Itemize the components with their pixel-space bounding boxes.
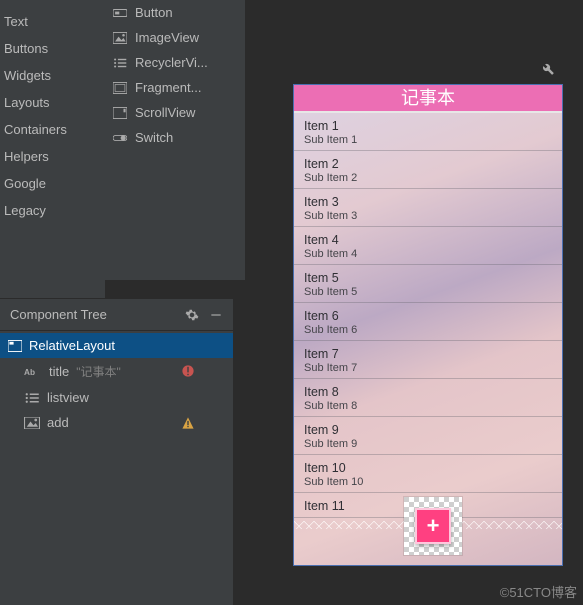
watermark: ©51CTO博客 [500, 582, 577, 601]
palette-category[interactable]: Helpers [0, 143, 105, 170]
list-item-subtitle: Sub Item 7 [304, 362, 552, 374]
palette-item[interactable]: Switch [105, 125, 245, 150]
list-item[interactable]: Item 1Sub Item 1 [294, 113, 562, 151]
list-item[interactable]: Item 4Sub Item 4 [294, 227, 562, 265]
palette-category[interactable]: Google [0, 170, 105, 197]
list-item[interactable]: Item 9Sub Item 9 [294, 417, 562, 455]
list-icon [24, 392, 40, 404]
tree-node[interactable]: listview [0, 385, 233, 410]
list-item-title: Item 9 [304, 423, 552, 437]
palette-item-label: Fragment... [135, 80, 201, 95]
scroll-icon [113, 107, 127, 119]
palette-category[interactable]: Text [0, 8, 105, 35]
list-item[interactable]: Item 2Sub Item 2 [294, 151, 562, 189]
palette-item-label: RecyclerVi... [135, 55, 208, 70]
plus-icon: + [415, 508, 451, 544]
list-item[interactable]: Item 5Sub Item 5 [294, 265, 562, 303]
palette-item-label: ScrollView [135, 105, 195, 120]
list-item-title: Item 2 [304, 157, 552, 171]
palette-category[interactable]: Widgets [0, 62, 105, 89]
component-tree-body: RelativeLayout Ab title "记事本" listview add [0, 331, 233, 435]
tree-node[interactable]: add [0, 410, 233, 435]
list-item-subtitle: Sub Item 3 [304, 210, 552, 222]
error-icon [181, 364, 195, 378]
palette-category[interactable]: Containers [0, 116, 105, 143]
list-item-title: Item 10 [304, 461, 552, 475]
list-item-subtitle: Sub Item 1 [304, 134, 552, 146]
list-item-title: Item 4 [304, 233, 552, 247]
list-item-subtitle: Sub Item 4 [304, 248, 552, 260]
palette-item[interactable]: ImageView [105, 25, 245, 50]
warning-icon [181, 416, 195, 430]
palette-category[interactable]: Legacy [0, 197, 105, 224]
preview-add-container[interactable]: + [404, 497, 462, 555]
tree-node-root[interactable]: RelativeLayout [0, 333, 233, 358]
tree-node-label: title [49, 364, 69, 379]
tree-node-extra: "记事本" [76, 363, 121, 380]
palette-item[interactable]: Button [105, 0, 245, 25]
component-tree-title: Component Tree [10, 307, 107, 322]
preview-title: 记事本 [294, 85, 562, 113]
list-item-title: Item 7 [304, 347, 552, 361]
fragment-icon [113, 82, 127, 94]
preview-listview: Item 1Sub Item 1Item 2Sub Item 2Item 3Su… [294, 113, 562, 518]
tree-node-label: listview [47, 390, 89, 405]
component-tree-panel: Component Tree RelativeLayout Ab title "记… [0, 298, 233, 605]
palette-item[interactable]: Fragment... [105, 75, 245, 100]
svg-text:Ab: Ab [24, 368, 35, 377]
tree-node-label: add [47, 415, 69, 430]
palette-item[interactable]: ScrollView [105, 100, 245, 125]
list-item-title: Item 6 [304, 309, 552, 323]
tree-node-label: RelativeLayout [29, 338, 115, 353]
design-surface: 记事本 Item 1Sub Item 1Item 2Sub Item 2Item… [245, 0, 583, 605]
list-item[interactable]: Item 10Sub Item 10 [294, 455, 562, 493]
list-item-subtitle: Sub Item 9 [304, 438, 552, 450]
palette-category[interactable]: Layouts [0, 89, 105, 116]
tree-node[interactable]: Ab title "记事本" [0, 358, 233, 385]
list-item[interactable]: Item 6Sub Item 6 [294, 303, 562, 341]
image-icon [24, 417, 40, 429]
image-icon [113, 32, 127, 44]
layout-icon [8, 340, 22, 352]
list-item[interactable]: Item 8Sub Item 8 [294, 379, 562, 417]
component-tree-header: Component Tree [0, 299, 233, 331]
list-item[interactable]: Item 7Sub Item 7 [294, 341, 562, 379]
list-item-subtitle: Sub Item 2 [304, 172, 552, 184]
list-item[interactable]: Item 3Sub Item 3 [294, 189, 562, 227]
gear-icon[interactable] [185, 308, 199, 322]
palette-item[interactable]: RecyclerVi... [105, 50, 245, 75]
list-item-subtitle: Sub Item 10 [304, 476, 552, 488]
palette-item-label: ImageView [135, 30, 199, 45]
text-ab-icon: Ab [24, 366, 42, 378]
wrench-icon[interactable] [541, 62, 555, 76]
switch-icon [113, 132, 127, 144]
list-item-subtitle: Sub Item 8 [304, 400, 552, 412]
list-item-title: Item 1 [304, 119, 552, 133]
list-item-title: Item 8 [304, 385, 552, 399]
list-item-title: Item 3 [304, 195, 552, 209]
list-icon [113, 57, 127, 69]
list-item-subtitle: Sub Item 5 [304, 286, 552, 298]
palette-item-label: Switch [135, 130, 173, 145]
list-item-subtitle: Sub Item 6 [304, 324, 552, 336]
minimize-icon[interactable] [209, 308, 223, 322]
palette-item-label: Button [135, 5, 173, 20]
list-item-title: Item 5 [304, 271, 552, 285]
device-preview: 记事本 Item 1Sub Item 1Item 2Sub Item 2Item… [293, 84, 563, 566]
palette-category[interactable]: Buttons [0, 35, 105, 62]
palette-items: Button ImageView RecyclerVi... Fragment... S… [105, 0, 245, 280]
button-icon [113, 7, 127, 19]
